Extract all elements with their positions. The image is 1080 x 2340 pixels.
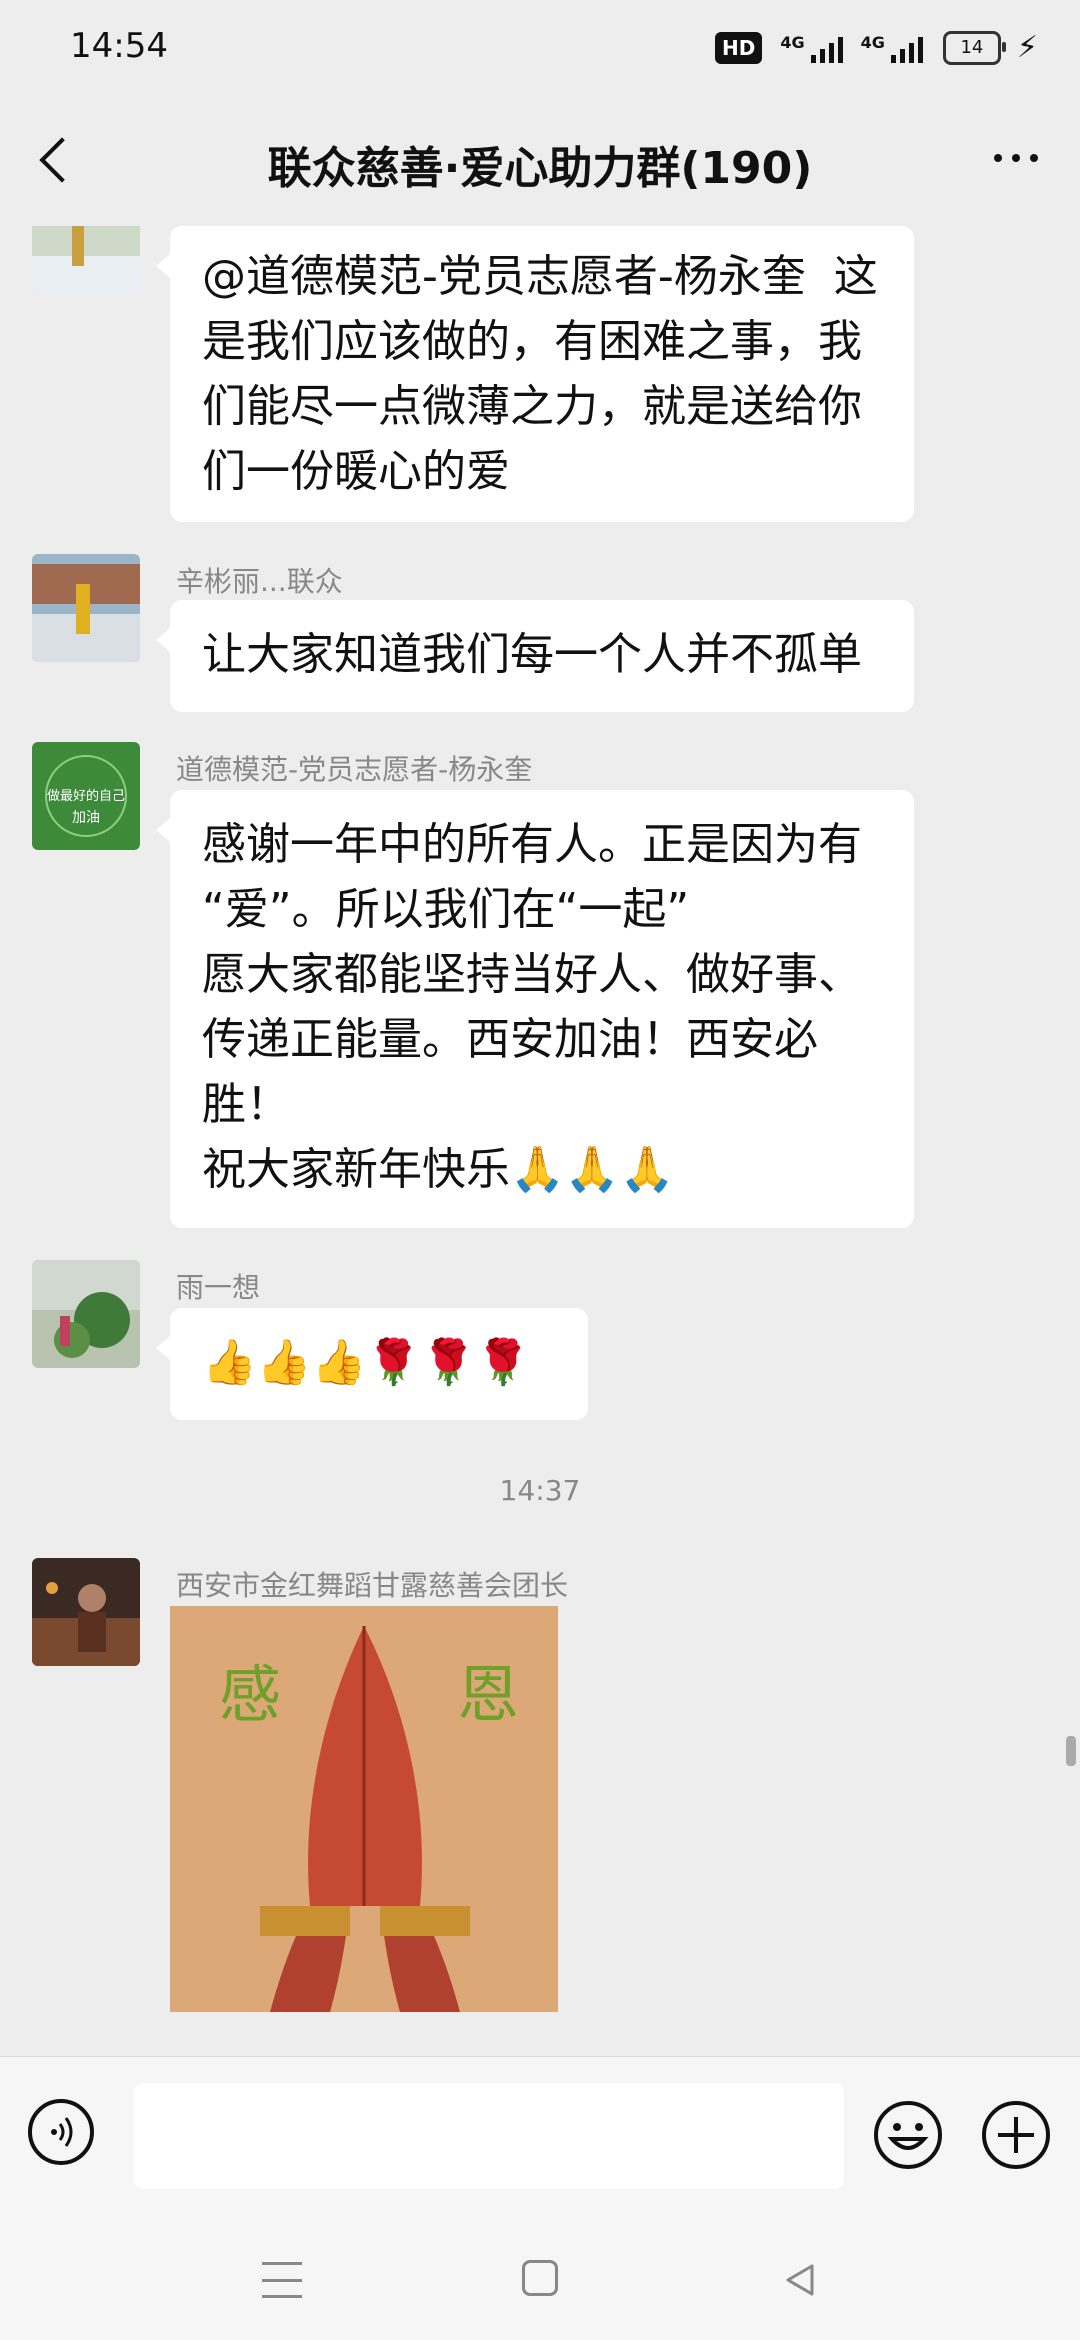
sender-name: 雨一想	[176, 1271, 261, 1304]
message-text: 祝大家新年快乐🙏🙏🙏	[202, 1144, 675, 1195]
message-text: 胜！	[202, 1079, 290, 1130]
more-options-button[interactable]	[986, 138, 1046, 178]
recent-apps-button[interactable]	[262, 2262, 302, 2298]
message-text: 愿大家都能坚持当好人、做好事、	[202, 949, 862, 1000]
avatar[interactable]	[32, 1558, 140, 1666]
message-text: 们能尽一点微薄之力，就是送给你	[202, 381, 862, 432]
status-time: 14:54	[70, 26, 168, 66]
home-button[interactable]	[522, 2260, 558, 2296]
message-text: 是我们应该做的，有困难之事，我	[202, 316, 862, 367]
emoji-icon	[874, 2101, 942, 2169]
triangle-back-icon	[786, 2264, 814, 2296]
signal-icon-2: 4G	[861, 33, 923, 63]
svg-text:感: 感	[219, 1658, 281, 1731]
emoji-message: 👍👍👍🌹🌹🌹	[202, 1337, 531, 1388]
message-text: “爱”。所以我们在“一起”	[202, 884, 690, 935]
scrollbar[interactable]	[1066, 1736, 1076, 1766]
status-bar: 14:54 HD 4G 4G 14 ⚡	[0, 0, 1080, 96]
message-text: @道德模范-党员志愿者-杨永奎 这	[202, 251, 878, 302]
avatar[interactable]: 做最好的自己 加油	[32, 742, 140, 850]
message-timestamp: 14:37	[499, 1474, 581, 1507]
status-icons: HD 4G 4G 14 ⚡	[715, 30, 1038, 65]
sender-name: 道德模范-党员志愿者-杨永奎	[176, 753, 533, 786]
message-bubble[interactable]: 让大家知道我们每一个人并不孤单	[156, 600, 914, 712]
avatar[interactable]	[32, 554, 140, 662]
voice-button[interactable]	[28, 2099, 94, 2165]
sender-name: 辛彬丽...联众	[176, 565, 343, 598]
message-text: 感谢一年中的所有人。正是因为有	[202, 819, 862, 870]
image-message[interactable]: 感 恩	[170, 1606, 558, 2012]
message-text: 们一份暖心的爱	[202, 446, 510, 497]
hd-voice-badge: HD	[715, 31, 763, 64]
battery-icon: 14	[942, 30, 1006, 65]
signal-icon: 4G	[780, 33, 843, 63]
svg-text:恩: 恩	[457, 1658, 519, 1731]
emoji-button[interactable]	[872, 2099, 944, 2171]
message-text: 让大家知道我们每一个人并不孤单	[202, 629, 862, 680]
chat-title: 联众慈善·爱心助力群(190)	[267, 143, 813, 194]
message-bubble[interactable]: 👍👍👍🌹🌹🌹	[156, 1308, 588, 1420]
message-text: 传递正能量。西安加油！西安必	[202, 1014, 818, 1065]
avatar[interactable]	[32, 1260, 140, 1368]
sender-name: 西安市金红舞蹈甘露慈善会团长	[176, 1569, 569, 1602]
more-functions-button[interactable]	[980, 2099, 1052, 2171]
svg-text:做最好的自己: 做最好的自己	[47, 788, 125, 804]
chat-area[interactable]: @道德模范-党员志愿者-杨永奎 这 是我们应该做的，有困难之事，我 们能尽一点微…	[0, 226, 1080, 2056]
plus-icon	[982, 2101, 1050, 2169]
message-bubble[interactable]: 感谢一年中的所有人。正是因为有 “爱”。所以我们在“一起” 愿大家都能坚持当好人…	[156, 790, 914, 1228]
voice-icon	[51, 2117, 73, 2147]
svg-text:加油: 加油	[72, 810, 100, 826]
system-back-button[interactable]	[780, 2260, 820, 2300]
message-input[interactable]	[134, 2083, 844, 2189]
system-nav-bar	[0, 2226, 1080, 2340]
avatar[interactable]	[32, 226, 140, 294]
input-bar	[0, 2056, 1080, 2227]
charging-icon: ⚡	[1016, 30, 1038, 65]
chat-header: 联众慈善·爱心助力群(190)	[0, 96, 1080, 226]
message-bubble[interactable]: @道德模范-党员志愿者-杨永奎 这 是我们应该做的，有困难之事，我 们能尽一点微…	[156, 226, 914, 522]
